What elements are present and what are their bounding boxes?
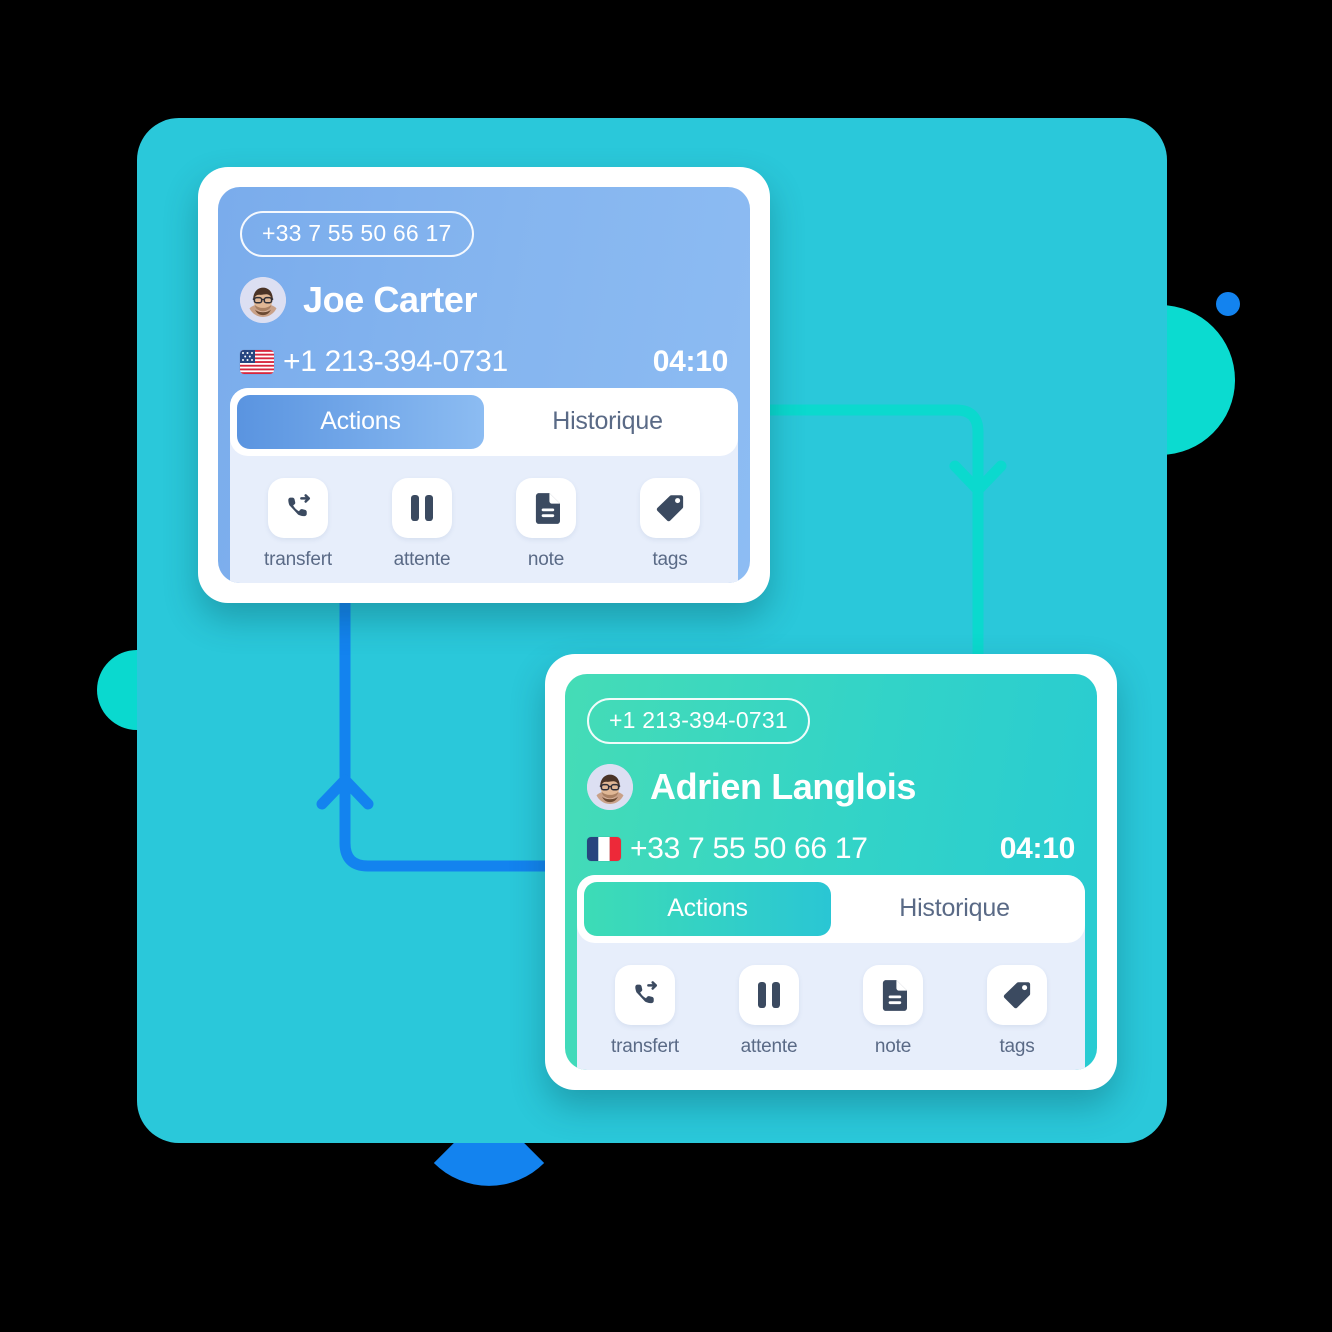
tab-actions[interactable]: Actions xyxy=(584,882,831,936)
caller-line-pill[interactable]: +33 7 55 50 66 17 xyxy=(240,211,474,257)
actions-panel: Actions Historique transfert attente not… xyxy=(577,875,1085,1070)
transfert-label: transfert xyxy=(611,1036,679,1057)
phone-number: +33 7 55 50 66 17 xyxy=(630,832,868,865)
call-card-adrien-inner: +1 213-394-0731 Adrien Langlois +33 7 55… xyxy=(565,674,1097,1070)
phone-transfer-icon xyxy=(287,493,310,516)
phone-row: +1 213-394-0731 04:10 xyxy=(240,345,728,379)
contact-name: Joe Carter xyxy=(303,279,478,320)
action-list: transfert attente note tags xyxy=(230,456,738,577)
avatar-photo-icon xyxy=(587,764,633,810)
contact-row: Joe Carter xyxy=(240,277,728,323)
transfert-button[interactable] xyxy=(268,478,328,538)
action-tags[interactable]: tags xyxy=(955,965,1079,1058)
tab-actions[interactable]: Actions xyxy=(237,395,484,449)
action-attente[interactable]: attente xyxy=(360,478,484,571)
call-timer: 04:10 xyxy=(652,345,729,378)
pause-icon xyxy=(758,982,780,1008)
transfert-button[interactable] xyxy=(615,965,675,1025)
tags-button[interactable] xyxy=(640,478,700,538)
note-label: note xyxy=(527,549,565,570)
action-transfert[interactable]: transfert xyxy=(236,478,360,571)
contact-row: Adrien Langlois xyxy=(587,764,1075,810)
call-card-joe-inner: +33 7 55 50 66 17 Joe Carter +1 213-394-… xyxy=(218,187,750,583)
avatar xyxy=(240,277,286,323)
action-note[interactable]: note xyxy=(831,965,955,1058)
stage: +33 7 55 50 66 17 Joe Carter +1 213-394-… xyxy=(0,0,1332,1332)
tags-label: tags xyxy=(999,1036,1035,1057)
attente-button[interactable] xyxy=(739,965,799,1025)
transfert-label: transfert xyxy=(264,549,332,570)
tab-bar: Actions Historique xyxy=(230,388,738,456)
caller-line-pill[interactable]: +1 213-394-0731 xyxy=(587,698,810,744)
tags-label: tags xyxy=(652,549,688,570)
action-attente[interactable]: attente xyxy=(707,965,831,1058)
tab-bar: Actions Historique xyxy=(577,875,1085,943)
call-card-joe[interactable]: +33 7 55 50 66 17 Joe Carter +1 213-394-… xyxy=(198,167,770,603)
action-transfert[interactable]: transfert xyxy=(583,965,707,1058)
tab-historique[interactable]: Historique xyxy=(484,395,731,449)
tab-historique[interactable]: Historique xyxy=(831,882,1078,936)
phone-number: +1 213-394-0731 xyxy=(283,345,508,378)
tag-icon xyxy=(1003,982,1031,1009)
flag-fr-icon xyxy=(587,837,621,861)
avatar-photo-icon xyxy=(240,277,286,323)
action-tags[interactable]: tags xyxy=(608,478,732,571)
phone-row: +33 7 55 50 66 17 04:10 xyxy=(587,832,1075,866)
note-button[interactable] xyxy=(516,478,576,538)
call-timer: 04:10 xyxy=(999,832,1076,865)
actions-panel: Actions Historique transfert attente not… xyxy=(230,388,738,583)
attente-button[interactable] xyxy=(392,478,452,538)
action-note[interactable]: note xyxy=(484,478,608,571)
flag-us-icon xyxy=(240,350,274,374)
document-icon xyxy=(535,492,560,524)
phone-transfer-icon xyxy=(634,980,657,1003)
avatar xyxy=(587,764,633,810)
document-icon xyxy=(882,979,907,1011)
call-card-adrien[interactable]: +1 213-394-0731 Adrien Langlois +33 7 55… xyxy=(545,654,1117,1090)
circle-blue-small-decoration xyxy=(1216,292,1240,316)
contact-name: Adrien Langlois xyxy=(650,766,917,807)
action-list: transfert attente note tags xyxy=(577,943,1085,1064)
tag-icon xyxy=(656,495,684,522)
attente-label: attente xyxy=(740,1036,798,1057)
note-label: note xyxy=(874,1036,912,1057)
pause-icon xyxy=(411,495,433,521)
attente-label: attente xyxy=(393,549,451,570)
tags-button[interactable] xyxy=(987,965,1047,1025)
note-button[interactable] xyxy=(863,965,923,1025)
